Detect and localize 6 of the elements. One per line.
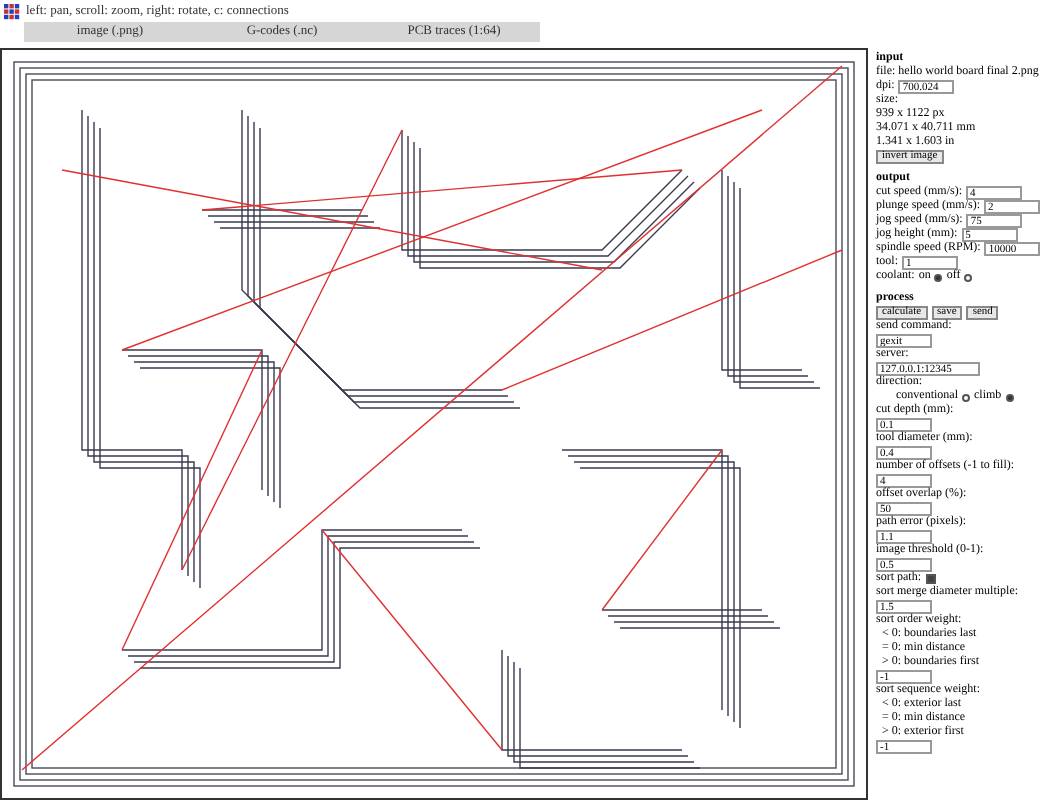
radio-button[interactable] — [1005, 393, 1014, 401]
checkbox[interactable] — [925, 574, 935, 584]
radio-button[interactable] — [962, 393, 970, 401]
radio-button[interactable] — [964, 273, 973, 281]
radio-button[interactable] — [934, 273, 943, 281]
grid-logo-icon — [4, 3, 20, 19]
